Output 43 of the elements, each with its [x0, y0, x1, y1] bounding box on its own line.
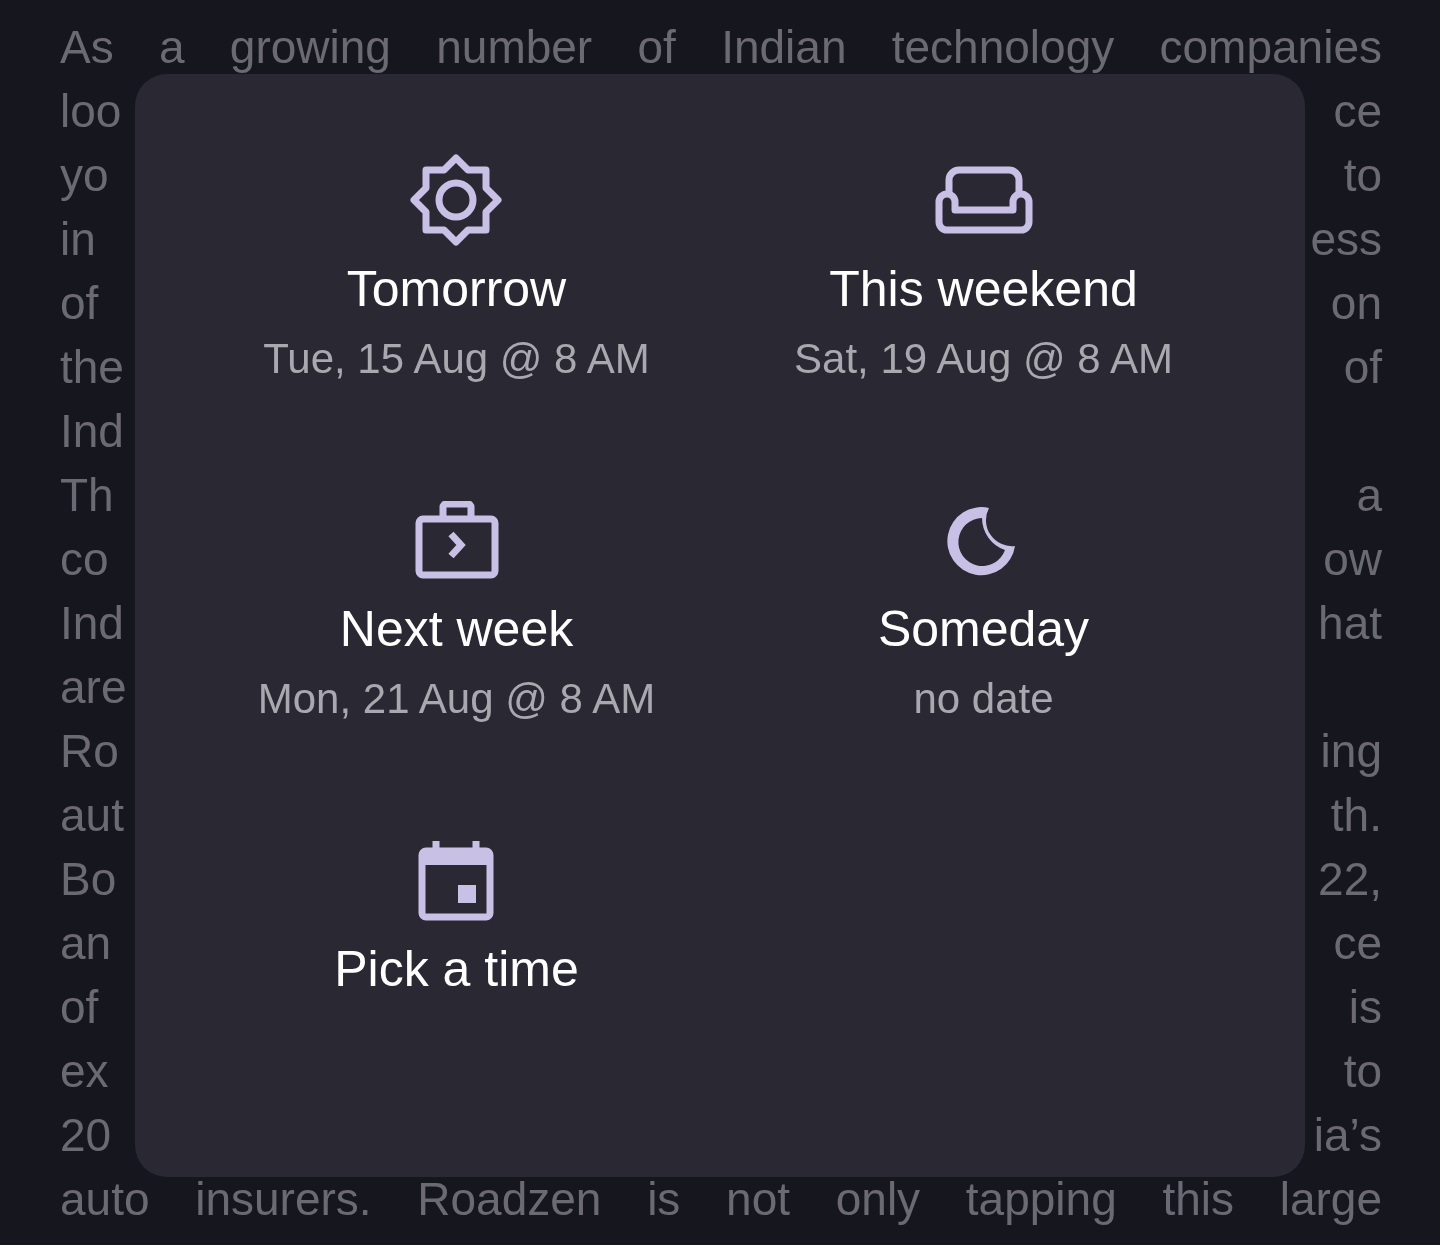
body-text: hat — [1318, 596, 1382, 650]
body-text: ce — [1333, 84, 1382, 138]
body-text: to — [1343, 1044, 1382, 1098]
body-text: on — [1330, 276, 1382, 330]
snooze-option[interactable]: Tomorrow Tue, 15 Aug @ 8 AM — [263, 150, 650, 394]
snooze-option[interactable]: Pick a time — [334, 830, 579, 1004]
body-text: aut — [60, 788, 124, 842]
body-text: of — [1343, 340, 1382, 394]
body-text: Ro — [60, 724, 119, 778]
snooze-option[interactable]: Next week Mon, 21 Aug @ 8 AM — [257, 490, 656, 734]
body-text: loo — [60, 84, 122, 138]
body-text: 20 — [60, 1108, 112, 1162]
body-text: Ind — [60, 596, 124, 650]
body-text: auto insurers. Roadzen is not only tapping this large — [60, 1172, 1382, 1226]
body-text: As a growing number of Indian technology companies — [60, 20, 1382, 74]
briefcase-icon — [414, 501, 499, 579]
body-text: is — [1348, 980, 1382, 1034]
body-text: yo — [60, 148, 109, 202]
body-text: ess — [1310, 212, 1382, 266]
body-text: to — [1343, 148, 1382, 202]
sun-icon — [410, 154, 503, 246]
snooze-option[interactable]: Someday no date — [877, 490, 1090, 734]
body-text: ce — [1333, 916, 1382, 970]
body-text: ex — [60, 1044, 109, 1098]
calendar-icon — [418, 839, 495, 921]
body-text: th. — [1330, 788, 1382, 842]
body-text: of — [60, 980, 99, 1034]
snooze-option[interactable]: This weekend Sat, 19 Aug @ 8 AM — [794, 150, 1173, 394]
body-text: a — [1356, 468, 1382, 522]
body-text: Ind — [60, 404, 124, 458]
body-text: ing — [1320, 724, 1382, 778]
body-text: ia’s — [1313, 1108, 1382, 1162]
body-text: of — [60, 276, 99, 330]
body-text: an — [60, 916, 112, 970]
body-text: co — [60, 532, 109, 586]
body-text: ow — [1323, 532, 1382, 586]
body-text: in — [60, 212, 96, 266]
body-text: the — [60, 340, 124, 394]
body-text: are — [60, 660, 127, 714]
body-text: Th — [60, 468, 114, 522]
body-text: 22, — [1318, 852, 1382, 906]
couch-icon — [934, 166, 1033, 234]
body-text: Bo — [60, 852, 117, 906]
